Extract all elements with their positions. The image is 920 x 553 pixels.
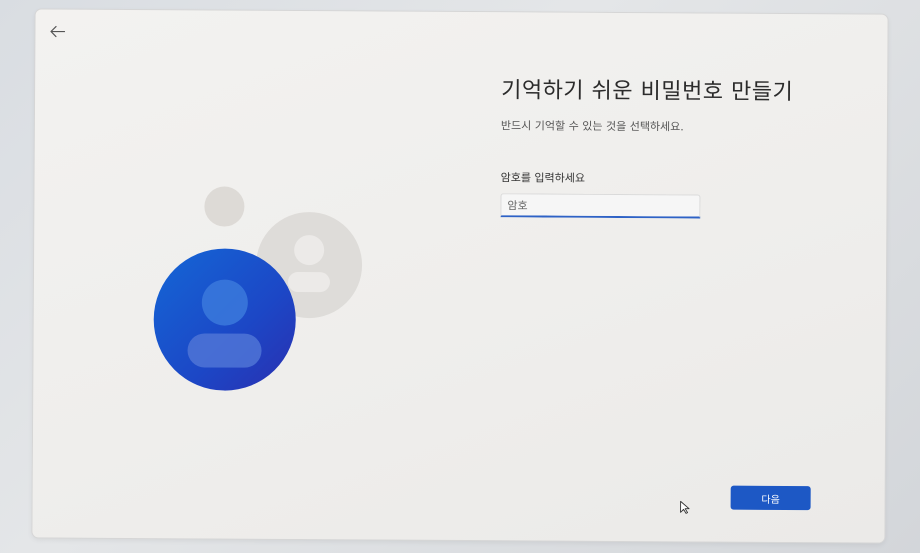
content-panel: 기억하기 쉬운 비밀번호 만들기 반드시 기억할 수 있는 것을 선택하세요. … (500, 72, 841, 219)
password-field-container (500, 193, 701, 219)
back-arrow-icon (50, 25, 66, 38)
page-title: 기억하기 쉬운 비밀번호 만들기 (501, 78, 794, 106)
setup-window: 기억하기 쉬운 비밀번호 만들기 반드시 기억할 수 있는 것을 선택하세요. … (32, 9, 888, 543)
next-button[interactable]: 다음 (730, 485, 811, 511)
mouse-pointer-icon (680, 500, 690, 514)
password-field-label: 암호를 입력하세요 (500, 171, 586, 185)
password-input[interactable] (501, 195, 700, 218)
primary-user-icon (153, 248, 296, 391)
small-dot-icon (204, 186, 245, 227)
accounts-illustration (153, 186, 363, 391)
page-subtitle: 반드시 기억할 수 있는 것을 선택하세요. (500, 119, 684, 134)
back-button[interactable] (45, 19, 69, 43)
